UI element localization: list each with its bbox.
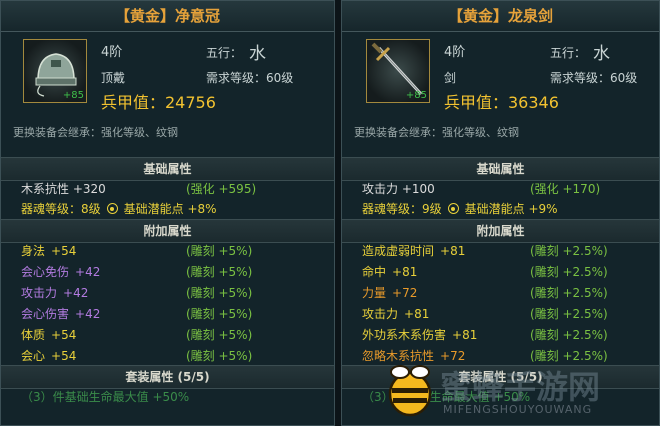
item-title: 【黄金】净意冠 [1, 1, 334, 32]
extra-attr-value: +42 [63, 286, 89, 300]
item-icon-slot[interactable]: +85 [366, 39, 430, 103]
extra-attr-name: 身法 [21, 244, 46, 258]
extra-attr-bonus: (雕刻 +2.5%) [530, 328, 608, 342]
extra-attr-name: 外功系木系伤害 [362, 328, 447, 342]
basic-stat-bonus: (强化 +170) [530, 182, 601, 196]
extra-attr-bonus: (雕刻 +2.5%) [530, 244, 608, 258]
enhance-level: +85 [405, 90, 427, 101]
set-bonus-line: （3）件基础生命最大值 +50% [21, 390, 190, 404]
extra-attr-name: 忽略木系抗性 [362, 349, 435, 363]
watermark-cn: 蜜蜂手游网 [440, 368, 601, 406]
basic-attr-band: 基础属性 [1, 157, 334, 181]
extra-attr-bonus: (雕刻 +5%) [186, 244, 253, 258]
inherit-note: 更换装备会继承：强化等级、纹钢 [13, 126, 178, 139]
extra-attr-bonus: (雕刻 +5%) [186, 328, 253, 342]
enhance-level: +85 [62, 90, 84, 101]
extra-attr-value: +54 [51, 349, 77, 363]
element-glyph: 水 [593, 44, 610, 64]
inherit-note: 更换装备会继承：强化等级、纹钢 [354, 126, 519, 139]
soul-dot-icon [447, 203, 459, 214]
extra-attr-row: 攻击力 +81 [362, 304, 429, 324]
extra-attr-value: +42 [75, 307, 101, 321]
extra-attr-name: 会心伤害 [21, 307, 70, 321]
extra-attr-name: 命中 [362, 265, 387, 279]
element-glyph: 水 [249, 44, 266, 64]
extra-attr-name: 力量 [362, 286, 387, 300]
extra-attr-bonus: (雕刻 +5%) [186, 349, 253, 363]
basic-stat: 攻击力 +100 [362, 182, 435, 196]
soul-level-row: 器魂等级：8级 基础潜能点 +8% [21, 199, 217, 219]
extra-attr-value: +72 [392, 286, 418, 300]
level-requirement: 需求等级：60级 [206, 71, 294, 85]
extra-attr-value: +81 [392, 265, 418, 279]
extra-attr-band: 附加属性 [342, 219, 659, 243]
extra-attr-name: 造成虚弱时间 [362, 244, 435, 258]
set-attr-header: 套装属性 (5/5) [125, 370, 210, 384]
soul-level: 器魂等级：8级 [21, 202, 101, 216]
extra-attr-row: 体质 +54 [21, 325, 76, 345]
extra-attr-row: 身法 +54 [21, 241, 76, 261]
extra-attr-value: +72 [440, 349, 466, 363]
extra-attr-name: 体质 [21, 328, 46, 342]
item-tier: 4阶 [101, 45, 123, 60]
extra-attr-value: +81 [404, 307, 430, 321]
soul-level: 器魂等级：9级 [362, 202, 442, 216]
extra-attr-row: 攻击力 +42 [21, 283, 88, 303]
extra-attr-band: 附加属性 [1, 219, 334, 243]
item-slot: 顶戴 [101, 71, 126, 85]
extra-attr-value: +81 [440, 244, 466, 258]
extra-attr-name: 攻击力 [362, 307, 399, 321]
element-label: 五行： [206, 46, 243, 60]
extra-attr-row: 命中 +81 [362, 262, 417, 282]
item-icon-slot[interactable]: +85 [23, 39, 87, 103]
extra-attr-bonus: (雕刻 +2.5%) [530, 265, 608, 279]
extra-attr-bonus: (雕刻 +5%) [186, 265, 253, 279]
basic-stat: 木系抗性 +320 [21, 182, 106, 196]
extra-attr-row: 会心 +54 [21, 346, 76, 366]
extra-attr-header: 附加属性 [143, 224, 192, 238]
extra-attr-name: 会心 [21, 349, 46, 363]
extra-attr-bonus: (雕刻 +5%) [186, 307, 253, 321]
extra-attr-row: 会心免伤 +42 [21, 262, 100, 282]
extra-attr-header: 附加属性 [476, 224, 525, 238]
extra-attr-row: 造成虚弱时间 +81 [362, 241, 465, 261]
element-label: 五行： [550, 46, 587, 60]
soul-level-row: 器魂等级：9级 基础潜能点 +9% [362, 199, 558, 219]
extra-attr-value: +81 [452, 328, 478, 342]
armor-value: 兵甲值：24756 [101, 93, 216, 112]
potential-points: 基础潜能点 +8% [123, 202, 217, 216]
basic-attr-header: 基础属性 [143, 162, 192, 176]
extra-attr-row: 会心伤害 +42 [21, 304, 100, 324]
basic-stat-bonus: (强化 +595) [186, 182, 257, 196]
soul-dot-icon [106, 203, 118, 214]
armor-value: 兵甲值：36346 [444, 93, 559, 112]
item-tooltip-helmet: 【黄金】净意冠 +85 4阶 五行： 水 顶戴 需求等级：60级 兵甲值：247… [0, 0, 335, 426]
basic-attr-band: 基础属性 [342, 157, 659, 181]
item-title: 【黄金】龙泉剑 [342, 1, 659, 32]
extra-attr-row: 力量 +72 [362, 283, 417, 303]
extra-attr-value: +54 [51, 244, 77, 258]
extra-attr-bonus: (雕刻 +5%) [186, 286, 253, 300]
extra-attr-bonus: (雕刻 +2.5%) [530, 286, 608, 300]
level-requirement: 需求等级：60级 [550, 71, 638, 85]
set-attr-band: 套装属性 (5/5) [1, 365, 334, 389]
extra-attr-bonus: (雕刻 +2.5%) [530, 307, 608, 321]
item-slot: 剑 [444, 71, 457, 85]
potential-points: 基础潜能点 +9% [464, 202, 558, 216]
extra-attr-name: 攻击力 [21, 286, 58, 300]
item-tier: 4阶 [444, 45, 466, 60]
bee-logo-icon [388, 365, 432, 417]
extra-attr-row: 外功系木系伤害 +81 [362, 325, 477, 345]
extra-attr-name: 会心免伤 [21, 265, 70, 279]
extra-attr-value: +42 [75, 265, 101, 279]
watermark-en: MIFENGSHOUYOUWANG [443, 403, 593, 416]
basic-attr-header: 基础属性 [476, 162, 525, 176]
extra-attr-value: +54 [51, 328, 77, 342]
